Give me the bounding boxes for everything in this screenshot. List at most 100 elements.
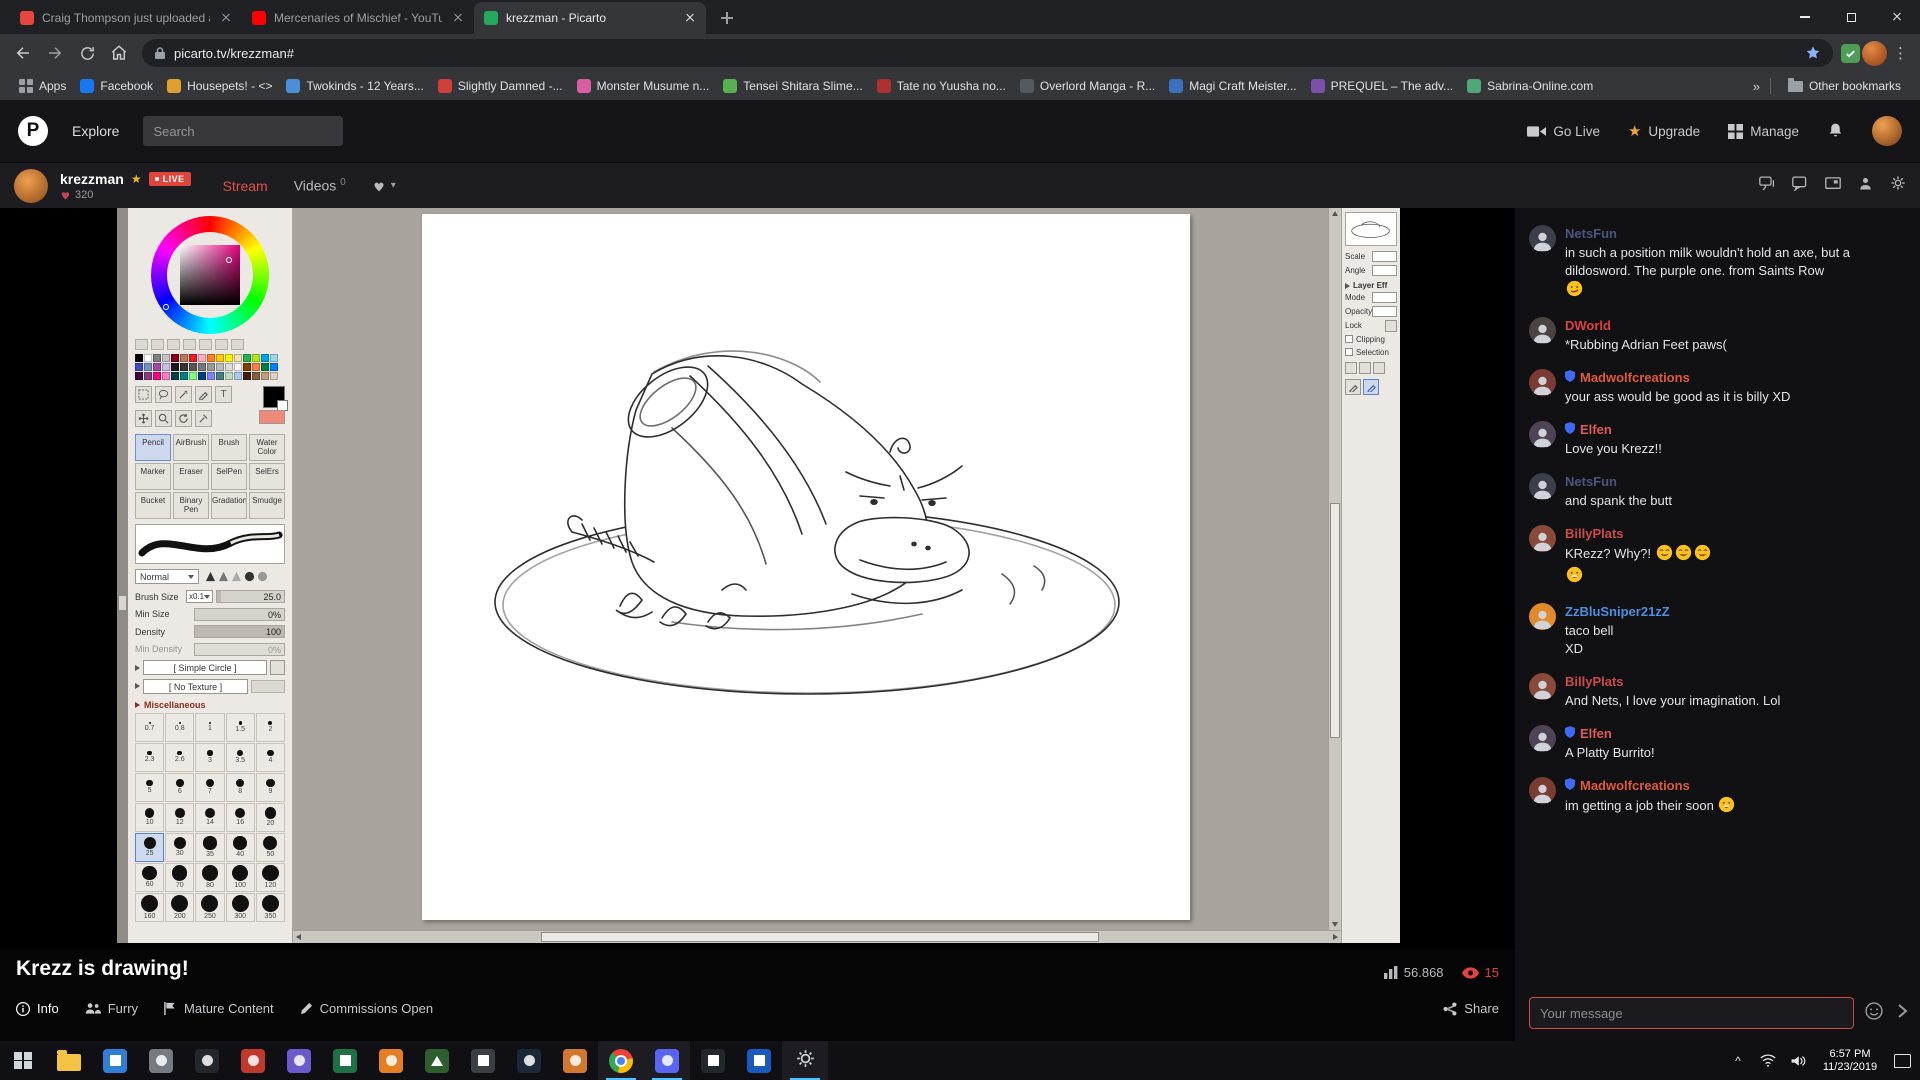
palette-swatch[interactable] [252, 372, 260, 380]
explore-link[interactable]: Explore [72, 123, 119, 139]
current-color-swatch[interactable] [259, 410, 285, 424]
send-message-icon[interactable] [1894, 1003, 1910, 1024]
brush-size-unit-select[interactable]: x0.1 [186, 590, 213, 603]
brush-texture-select[interactable]: [ No Texture ] [143, 679, 248, 694]
taskbar-file-explorer[interactable] [46, 1041, 92, 1080]
notifications-bell-icon[interactable] [1827, 121, 1844, 142]
brush-size-0.8[interactable]: 0.8 [165, 713, 194, 742]
tab-videos[interactable]: Videos 0 [294, 177, 346, 194]
palette-swatch[interactable] [225, 372, 233, 380]
palette-swatch[interactable] [243, 372, 251, 380]
share-button[interactable]: Share [1443, 1001, 1499, 1016]
search-input[interactable] [143, 116, 343, 146]
brush-shape-select[interactable]: [ Simple Circle ] [143, 660, 267, 675]
palette-swatch[interactable] [225, 354, 233, 362]
palette-swatch[interactable] [171, 363, 179, 371]
palette-swatch[interactable] [162, 372, 170, 380]
chat-username[interactable]: Madwolfcreations [1565, 777, 1736, 795]
bookmark-item[interactable]: Sabrina-Online.com [1460, 76, 1600, 96]
palette-swatch[interactable] [171, 372, 179, 380]
palette-swatch[interactable] [225, 363, 233, 371]
tool-selers[interactable]: SelErs [249, 463, 285, 490]
tool-smudge[interactable]: Smudge [249, 492, 285, 519]
chat-username[interactable]: ZzBluSniper21zZ [1565, 603, 1670, 621]
brush-size-6[interactable]: 6 [165, 773, 194, 802]
taskbar-clock[interactable]: 6:57 PM 11/23/2019 [1814, 1048, 1886, 1074]
taskbar-utility-app[interactable] [460, 1041, 506, 1080]
tool-selpen[interactable]: SelPen [211, 463, 247, 490]
brush-size-250[interactable]: 250 [195, 893, 224, 922]
density-slider[interactable]: 100 [194, 625, 285, 638]
taskbar-camera-app[interactable] [138, 1041, 184, 1080]
chat-username[interactable]: DWorld [1565, 317, 1727, 335]
taskbar-browser-app[interactable] [368, 1041, 414, 1080]
gear-icon[interactable] [1890, 175, 1906, 196]
palette-swatch[interactable] [189, 354, 197, 362]
palette-swatch[interactable] [252, 354, 260, 362]
scrollbar-thumb[interactable] [1330, 503, 1340, 738]
bookmark-item[interactable]: Twokinds - 12 Years... [279, 76, 430, 96]
tab-close-icon[interactable] [450, 10, 466, 26]
channel-avatar[interactable] [14, 169, 48, 203]
tool-brush[interactable]: Brush [211, 434, 247, 461]
taskbar-media-app[interactable] [184, 1041, 230, 1080]
multistream-icon[interactable] [1759, 176, 1775, 196]
taskbar-photos-app[interactable] [92, 1041, 138, 1080]
palette-swatch[interactable] [180, 372, 188, 380]
avatar[interactable] [1529, 473, 1556, 500]
brush-size-9[interactable]: 9 [256, 773, 285, 802]
address-bar[interactable]: picarto.tv/krezzman# [142, 39, 1833, 67]
brush-size-25[interactable]: 25 [135, 833, 164, 862]
browser-tab-3[interactable]: krezzman - Picarto [474, 2, 706, 34]
palette-swatch[interactable] [234, 354, 242, 362]
palette-swatch[interactable] [261, 372, 269, 380]
tool-pencil[interactable]: Pencil [135, 434, 171, 461]
stream-player[interactable]: T PencilAirBrushBrushWater ColorMarkerEr… [0, 208, 1515, 949]
palette-swatch[interactable] [153, 354, 161, 362]
taskbar-settings-app[interactable] [782, 1041, 828, 1080]
taskbar-dev-app[interactable] [276, 1041, 322, 1080]
commissions-status[interactable]: Commissions Open [300, 1001, 433, 1016]
misc-section-header[interactable]: Miscellaneous [135, 700, 285, 710]
shape-option-button[interactable] [270, 660, 285, 675]
minimize-button[interactable] [1782, 0, 1828, 34]
delete-layer-button[interactable] [1359, 362, 1371, 374]
tool-airbrush[interactable]: AirBrush [173, 434, 209, 461]
brush-size-30[interactable]: 30 [165, 833, 194, 862]
lock-button[interactable] [1385, 320, 1397, 332]
angle-input[interactable] [1372, 265, 1397, 276]
palette-swatch[interactable] [144, 363, 152, 371]
bookmark-item[interactable]: Housepets! - <> [160, 76, 279, 96]
palette-swatch[interactable] [162, 354, 170, 362]
palette-swatch[interactable] [261, 363, 269, 371]
palette-swatch[interactable] [252, 363, 260, 371]
scrollbar-thumb[interactable] [541, 932, 1099, 942]
palette-swatch[interactable] [180, 354, 188, 362]
drawing-canvas[interactable] [422, 214, 1190, 920]
palette-swatch[interactable] [216, 354, 224, 362]
taskbar-chrome[interactable] [598, 1041, 644, 1080]
new-layer-button[interactable] [1345, 362, 1357, 374]
other-bookmarks[interactable]: Other bookmarks [1781, 76, 1908, 96]
palette-swatch[interactable] [243, 354, 251, 362]
wand-tool-icon[interactable] [175, 386, 192, 403]
taskbar-steam-app[interactable] [506, 1041, 552, 1080]
info-tab[interactable]: Info [16, 1001, 59, 1016]
brush-size-2.6[interactable]: 2.6 [165, 743, 194, 772]
lasso-tool-icon[interactable] [155, 386, 172, 403]
tool-binary-pen[interactable]: Binary Pen [173, 492, 209, 519]
layer-effect-section[interactable]: Layer Eff [1345, 281, 1397, 290]
new-tab-button[interactable] [714, 5, 740, 31]
start-button[interactable] [0, 1041, 46, 1080]
palette-swatch[interactable] [171, 354, 179, 362]
brush-size-0.7[interactable]: 0.7 [135, 713, 164, 742]
volume-icon[interactable] [1784, 1041, 1812, 1080]
back-icon[interactable] [8, 38, 38, 68]
palette-swatch[interactable] [144, 372, 152, 380]
forward-icon[interactable] [40, 38, 70, 68]
brush-size-12[interactable]: 12 [165, 803, 194, 832]
bookmarks-overflow-icon[interactable]: » [1753, 79, 1760, 94]
rotate-tool-icon[interactable] [175, 410, 192, 427]
mature-content-flag[interactable]: Mature Content [164, 1001, 274, 1016]
tool-marker[interactable]: Marker [135, 463, 171, 490]
